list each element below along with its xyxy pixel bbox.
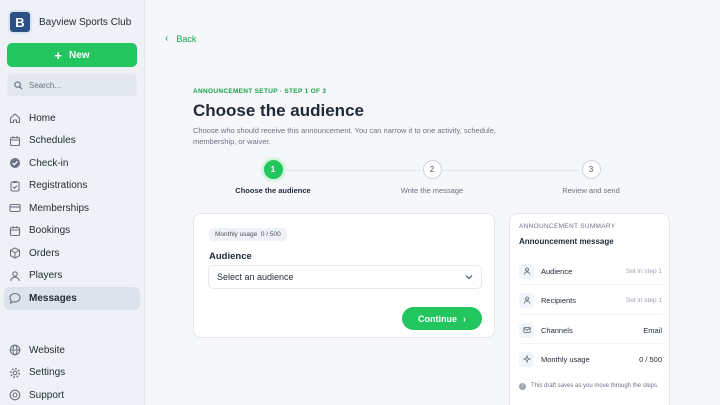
summary-panel: ANNOUNCEMENT SUMMARY Announcement messag… bbox=[509, 213, 670, 405]
brand[interactable]: B Bayview Sports Club bbox=[8, 10, 131, 34]
sidebar-item-label: Website bbox=[29, 344, 65, 356]
sidebar-item-settings[interactable]: Settings bbox=[4, 362, 140, 385]
main-nav: Home Schedules Check-in Registrations Me… bbox=[4, 107, 140, 310]
audience-select-value: Select an audience bbox=[217, 272, 294, 282]
summary-title: Announcement message bbox=[519, 237, 614, 246]
sidebar-item-label: Orders bbox=[29, 247, 60, 259]
sidebar-item-label: Schedules bbox=[29, 135, 76, 147]
summary-eyebrow: ANNOUNCEMENT SUMMARY bbox=[519, 223, 616, 230]
info-icon: i bbox=[519, 383, 526, 390]
page-title: Choose the audience bbox=[193, 101, 364, 120]
users-icon bbox=[519, 292, 534, 308]
sparkle-icon bbox=[519, 351, 534, 367]
clipboard-check-icon bbox=[9, 180, 21, 192]
summary-row-channels: Channels Email bbox=[519, 319, 662, 341]
step-label: Write the message bbox=[400, 186, 464, 195]
globe-icon bbox=[9, 344, 21, 356]
mail-icon bbox=[519, 322, 534, 338]
sidebar-item-players[interactable]: Players bbox=[4, 265, 140, 288]
summary-value: 0 / 500 bbox=[639, 354, 662, 364]
sidebar-item-label: Players bbox=[29, 270, 63, 282]
step-3: 3 Review and send bbox=[511, 160, 671, 195]
sidebar-item-label: Messages bbox=[29, 292, 77, 304]
continue-button[interactable]: Continue › bbox=[402, 307, 482, 330]
check-circle-icon bbox=[9, 157, 21, 169]
continue-label: Continue bbox=[418, 313, 457, 324]
sidebar-item-schedules[interactable]: Schedules bbox=[4, 130, 140, 153]
draft-note: i This draft saves as you move through t… bbox=[519, 382, 665, 391]
sidebar-item-label: Home bbox=[29, 112, 56, 124]
step-1: 1 Choose the audience bbox=[193, 160, 353, 195]
sidebar-item-home[interactable]: Home bbox=[4, 107, 140, 130]
summary-row-monthly-usage: Monthly usage 0 / 500 bbox=[519, 348, 662, 370]
card-icon bbox=[9, 202, 21, 214]
sidebar-item-label: Check-in bbox=[29, 157, 69, 169]
search-box[interactable] bbox=[7, 74, 137, 96]
summary-value: Set in step 1 bbox=[625, 296, 662, 304]
draft-note-text: This draft saves as you move through the… bbox=[531, 383, 659, 389]
step-number: 3 bbox=[581, 160, 601, 179]
divider bbox=[519, 284, 662, 285]
sidebar-item-registrations[interactable]: Registrations bbox=[4, 175, 140, 198]
sidebar-item-label: Support bbox=[29, 389, 65, 401]
chevron-down-icon bbox=[465, 275, 473, 280]
box-icon bbox=[9, 247, 21, 259]
summary-label: Monthly usage bbox=[541, 354, 590, 364]
sidebar-item-orders[interactable]: Orders bbox=[4, 242, 140, 265]
summary-value: Set in step 1 bbox=[625, 267, 662, 275]
audience-select[interactable]: Select an audience bbox=[208, 265, 482, 289]
home-icon bbox=[9, 112, 21, 124]
summary-label: Recipients bbox=[541, 295, 577, 305]
step-2: 2 Write the message bbox=[352, 160, 512, 195]
brand-logo: B bbox=[8, 10, 32, 34]
step-number: 1 bbox=[263, 160, 283, 179]
sidebar-item-bookings[interactable]: Bookings bbox=[4, 220, 140, 243]
summary-row-audience: Audience Set in step 1 bbox=[519, 260, 662, 282]
usage-badge: Monthly usage 0 / 500 bbox=[209, 228, 287, 241]
audience-label: Audience bbox=[209, 251, 252, 262]
sidebar-item-label: Settings bbox=[29, 367, 66, 379]
summary-label: Channels bbox=[541, 325, 573, 335]
sidebar-item-messages[interactable]: Messages bbox=[4, 287, 140, 310]
page-subtitle: Choose who should receive this announcem… bbox=[193, 126, 496, 146]
sidebar-item-label: Memberships bbox=[29, 202, 90, 214]
calendar-icon bbox=[9, 135, 21, 147]
sidebar-item-website[interactable]: Website bbox=[4, 339, 140, 362]
chevron-left-icon: ‹ bbox=[165, 33, 169, 44]
back-link[interactable]: ‹ Back bbox=[165, 33, 196, 44]
stepper: 1 Choose the audience 2 Write the messag… bbox=[193, 160, 671, 200]
summary-row-recipients: Recipients Set in step 1 bbox=[519, 289, 662, 311]
chat-icon bbox=[9, 292, 21, 305]
gear-icon bbox=[9, 367, 21, 379]
chevron-right-icon: › bbox=[463, 313, 466, 324]
brand-name: Bayview Sports Club bbox=[39, 16, 132, 28]
search-icon bbox=[14, 80, 23, 90]
users-icon bbox=[9, 270, 21, 282]
divider bbox=[519, 314, 662, 315]
divider bbox=[519, 343, 662, 344]
step-label: Review and send bbox=[562, 186, 620, 195]
audience-card: Monthly usage 0 / 500 Audience Select an… bbox=[193, 213, 495, 338]
users-icon bbox=[519, 263, 534, 279]
search-input[interactable] bbox=[29, 80, 129, 90]
step-number: 2 bbox=[422, 160, 442, 179]
sidebar: B Bayview Sports Club + New Home Schedul… bbox=[0, 0, 145, 405]
sidebar-item-support[interactable]: Support bbox=[4, 384, 140, 405]
calendar-icon bbox=[9, 225, 21, 237]
new-button[interactable]: + New bbox=[7, 43, 137, 67]
sidebar-item-check-in[interactable]: Check-in bbox=[4, 152, 140, 175]
plus-icon: + bbox=[54, 47, 63, 63]
bottom-nav: Website Settings Support bbox=[4, 339, 140, 405]
sidebar-item-label: Registrations bbox=[29, 180, 88, 192]
sidebar-item-memberships[interactable]: Memberships bbox=[4, 197, 140, 220]
step-eyebrow: ANNOUNCEMENT SETUP · STEP 1 OF 3 bbox=[193, 88, 327, 95]
help-icon bbox=[9, 389, 21, 401]
new-button-label: New bbox=[69, 49, 90, 61]
back-label: Back bbox=[176, 33, 197, 44]
sidebar-item-label: Bookings bbox=[29, 225, 71, 237]
step-label: Choose the audience bbox=[235, 186, 311, 195]
summary-label: Audience bbox=[541, 266, 573, 276]
summary-value: Email bbox=[643, 325, 662, 335]
